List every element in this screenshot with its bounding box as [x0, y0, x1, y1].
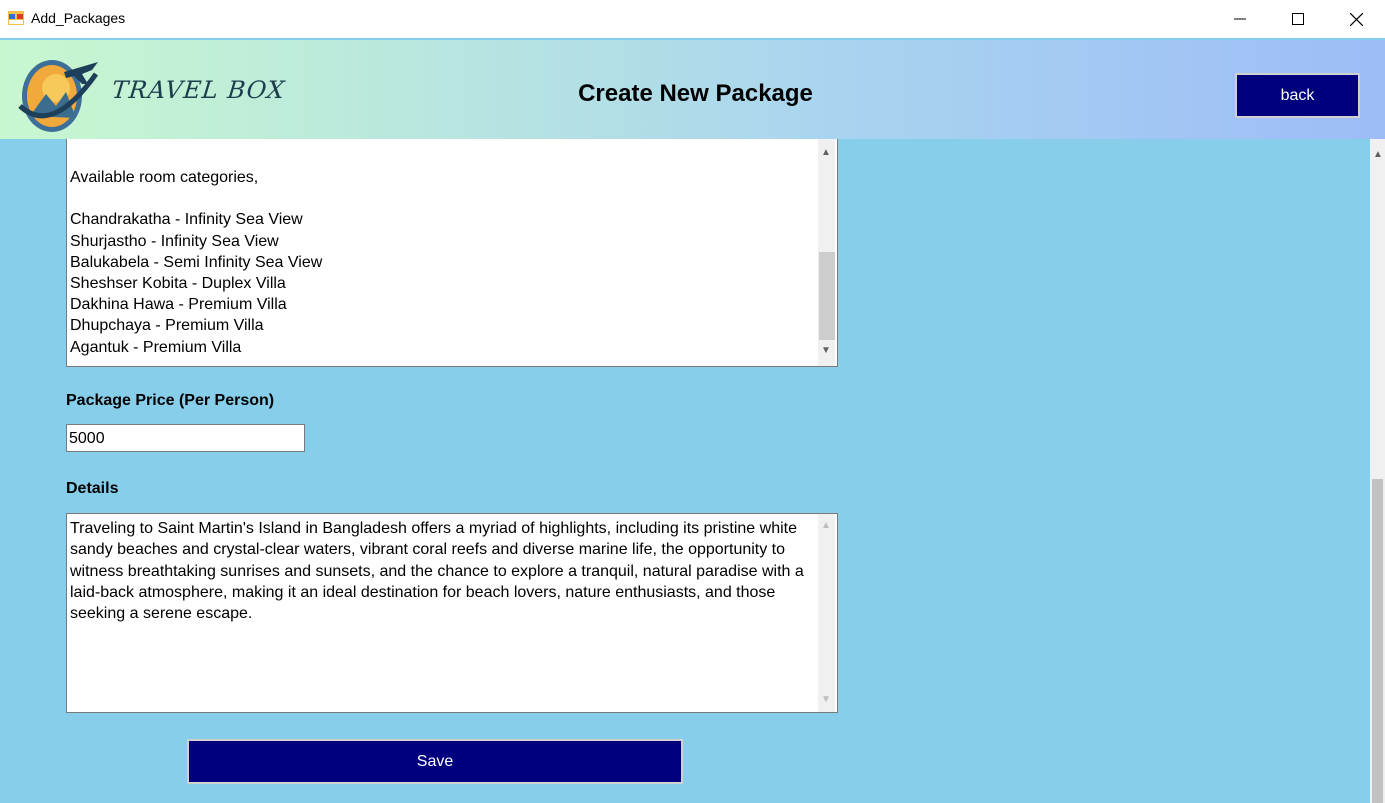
window-scroll-thumb[interactable]	[1372, 479, 1383, 803]
room-category-line: Balukabela - Semi Infinity Sea View	[70, 253, 323, 271]
back-button[interactable]: back	[1235, 73, 1360, 118]
chevron-up-icon[interactable]: ▲	[1373, 149, 1383, 160]
room-category-line: Dhupchaya - Premium Villa	[70, 317, 264, 335]
room-categories-scrollbar[interactable]: ▲ ▼	[818, 139, 835, 366]
window-scrollbar[interactable]: ▲	[1370, 139, 1385, 803]
price-input[interactable]: 5000	[66, 424, 305, 452]
window-title: Add_Packages	[31, 10, 126, 26]
details-label: Details	[66, 480, 119, 497]
chevron-down-icon[interactable]: ▼	[821, 694, 831, 705]
room-category-line: Sheshser Kobita - Duplex Villa	[70, 275, 286, 293]
minimize-icon	[1234, 18, 1246, 20]
room-categories-textarea[interactable]: Available room categories, Chandrakatha …	[66, 139, 838, 367]
room-category-line: Shurjastho - Infinity Sea View	[70, 232, 279, 250]
chevron-up-icon[interactable]: ▲	[821, 147, 831, 158]
chevron-down-icon[interactable]: ▼	[821, 345, 831, 356]
save-button[interactable]: Save	[187, 739, 683, 784]
room-category-line	[70, 188, 322, 209]
room-category-line: Agantuk - Premium Villa	[70, 338, 242, 356]
price-label: Package Price (Per Person)	[66, 392, 275, 409]
minimize-button[interactable]	[1211, 0, 1269, 38]
details-textarea[interactable]: Traveling to Saint Martin's Island in Ba…	[66, 513, 838, 713]
room-category-line: Dakhina Hawa - Premium Villa	[70, 296, 287, 314]
app-window-icon	[8, 11, 24, 25]
room-categories-text: Available room categories, Chandrakatha …	[70, 167, 322, 358]
details-scrollbar[interactable]: ▲ ▼	[818, 514, 835, 712]
scroll-thumb[interactable]	[819, 252, 835, 340]
room-category-line: Chandrakatha - Infinity Sea View	[70, 211, 303, 229]
details-text: Traveling to Saint Martin's Island in Ba…	[70, 520, 804, 623]
close-icon	[1349, 12, 1363, 26]
close-button[interactable]	[1327, 0, 1385, 38]
maximize-icon	[1292, 13, 1304, 25]
window-titlebar: Add_Packages	[0, 0, 1385, 38]
maximize-button[interactable]	[1269, 0, 1327, 38]
room-category-line: Available room categories,	[70, 169, 259, 186]
page-title: Create New Package	[578, 80, 813, 107]
chevron-up-icon[interactable]: ▲	[821, 520, 831, 531]
